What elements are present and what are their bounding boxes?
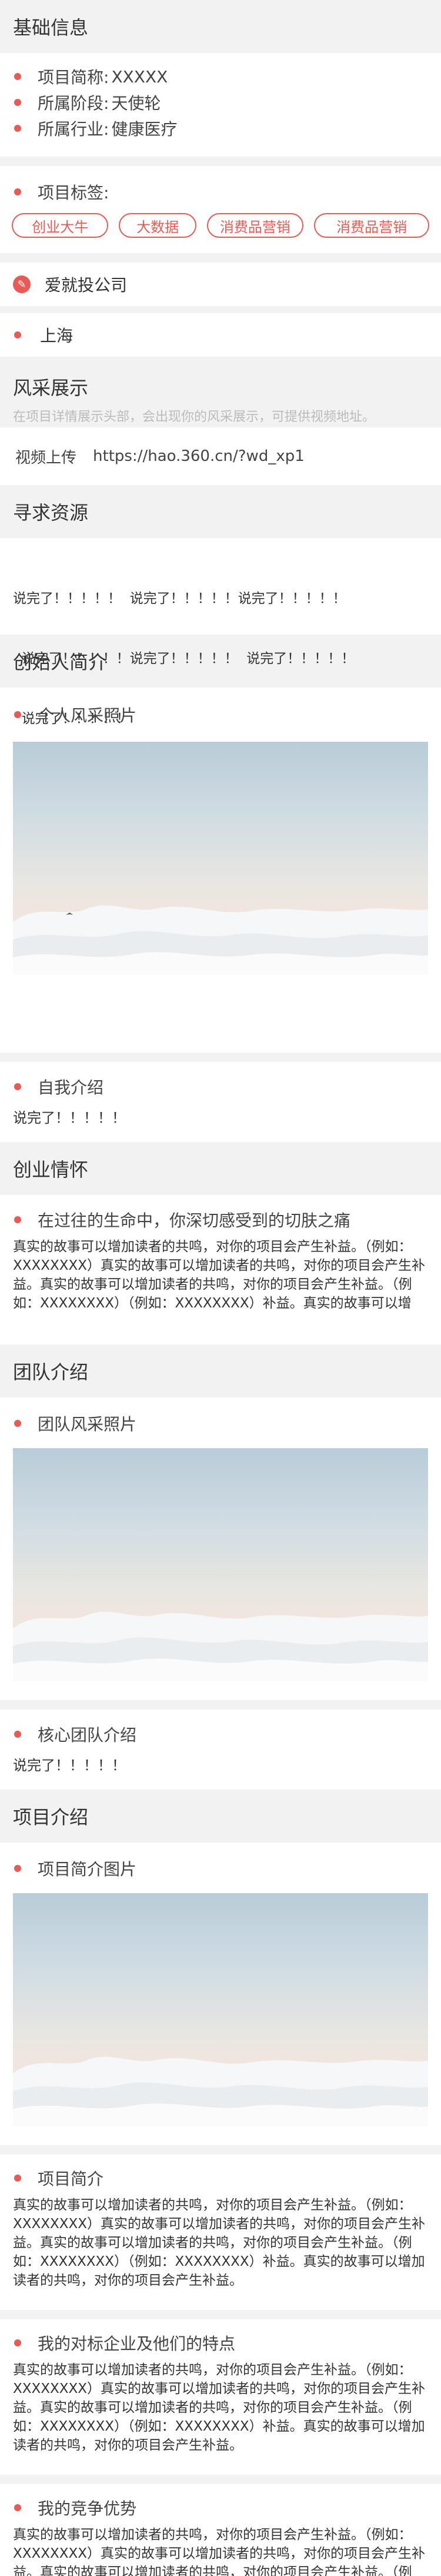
red-dot-icon <box>14 188 21 195</box>
founder-photo-panel: 个人风采照片 <box>0 688 441 1053</box>
advantage-panel: 我的竞争优势 真实的故事可以增加读者的共鸣，对你的项目会产生补益。（例如：XXX… <box>0 2484 441 2576</box>
cloud-illustration <box>13 905 428 975</box>
core-team-label: 核心团队介绍 <box>38 1725 137 1745</box>
team-photo-panel: 团队风采照片 <box>0 1397 441 1700</box>
self-intro-panel: 自我介绍 说完了！！！！！ <box>0 1062 441 1142</box>
industry-label: 所属行业: <box>38 119 109 139</box>
core-team-label-row: 核心团队介绍 <box>0 1722 441 1746</box>
self-intro-label-row: 自我介绍 <box>0 1075 441 1098</box>
short-name-value: XXXXX <box>111 67 168 87</box>
self-intro-text: 说完了！！！！！ <box>13 1110 126 1126</box>
tag-list: 创业大牛 大数据 消费品营销 消费品营销 <box>0 213 441 238</box>
story-panel: 在过往的生命中，你深切感受到的切肤之痛 真实的故事可以增加读者的共鸣，对你的项目… <box>0 1195 441 1345</box>
project-photo-label-row: 项目简介图片 <box>0 1857 441 1880</box>
red-dot-icon <box>14 1216 21 1223</box>
basic-info-panel: 项目简称: XXXXX 所属阶段: 天使轮 所属行业: 健康医疗 <box>0 53 441 157</box>
showcase-hint: 在项目详情展示头部，会出现你的风采展示，可提供视频地址。 <box>13 410 376 424</box>
industry-row: 所属行业: 健康医疗 <box>0 115 441 141</box>
city-row: 上海 <box>0 313 441 357</box>
self-intro-label: 自我介绍 <box>38 1078 104 1097</box>
company-name: 爱就投公司 <box>45 275 128 295</box>
tags-panel: 项目标签: 创业大牛 大数据 消费品营销 消费品营销 <box>0 166 441 253</box>
tag-item[interactable]: 消费品营销 <box>314 213 429 238</box>
red-dot-icon <box>14 2339 21 2346</box>
project-photo-panel: 项目简介图片 <box>0 1843 441 2145</box>
core-team-text: 说完了！！！！！ <box>13 1757 126 1774</box>
project-detail-page: 基础信息 项目简称: XXXXX 所属阶段: 天使轮 所属行业: 健康医疗 项目… <box>0 0 441 2576</box>
benchmark-label-row: 我的对标企业及他们的特点 <box>0 2331 441 2355</box>
advantage-label-row: 我的竞争优势 <box>0 2496 441 2519</box>
team-photo-label-row: 团队风采照片 <box>0 1412 441 1435</box>
showcase-header: 风采展示 在项目详情展示头部，会出现你的风采展示，可提供视频地址。 <box>0 361 441 427</box>
tag-item[interactable]: 消费品营销 <box>206 213 304 238</box>
city-name: 上海 <box>40 326 74 346</box>
benchmark-text: 真实的故事可以增加读者的共鸣，对你的项目会产生补益。（例如：XXXXXXXX）真… <box>13 2362 426 2453</box>
resources-line: 说完了！！！！！ 说完了！！！！！说完了！！！！！ <box>13 591 346 606</box>
stage-label: 所属阶段: <box>38 94 109 113</box>
stage-row: 所属阶段: 天使轮 <box>0 89 441 115</box>
location-dot-icon <box>14 331 21 338</box>
cloud-illustration <box>13 1611 428 1681</box>
tag-item[interactable]: 大数据 <box>119 213 196 238</box>
section-title-basic: 基础信息 <box>0 0 441 53</box>
advantage-text: 真实的故事可以增加读者的共鸣，对你的项目会产生补益。（例如：XXXXXXXX）真… <box>13 2527 426 2576</box>
project-summary-text: 真实的故事可以增加读者的共鸣，对你的项目会产生补益。（例如：XXXXXXXX）真… <box>13 2197 426 2288</box>
team-photo[interactable] <box>13 1448 428 1681</box>
section-title-story: 创业情怀 <box>0 1142 441 1195</box>
section-title-resources: 寻求资源 <box>0 485 441 538</box>
red-dot-icon <box>14 2504 21 2511</box>
story-text: 真实的故事可以增加读者的共鸣，对你的项目会产生补益。（例如：XXXXXXXX）真… <box>13 1239 426 1311</box>
tags-label: 项目标签: <box>38 183 109 203</box>
story-question: 在过往的生命中，你深切感受到的切肤之痛 <box>38 1211 351 1230</box>
industry-value: 健康医疗 <box>111 119 178 139</box>
project-summary-label: 项目简介 <box>38 2169 104 2189</box>
founder-photo-label: 个人风采照片 <box>38 706 137 725</box>
tags-label-row: 项目标签: <box>0 179 441 205</box>
story-question-row: 在过往的生命中，你深切感受到的切肤之痛 <box>0 1208 441 1231</box>
benchmark-label: 我的对标企业及他们的特点 <box>38 2334 236 2353</box>
short-name-row: 项目简称: XXXXX <box>0 64 441 89</box>
cloud-illustration <box>13 2056 428 2126</box>
pencil-icon: ✎ <box>13 275 31 293</box>
video-row: 视频上传 https://hao.360.cn/?wd_xp1 <box>0 427 441 485</box>
project-summary-label-row: 项目简介 <box>0 2166 441 2190</box>
section-title-showcase: 风采展示 <box>13 377 89 399</box>
red-dot-icon <box>14 125 21 132</box>
resources-content: 说完了！！！！！ 说完了！！！！！说完了！！！！！ 说完了！！！！！说完了！！！… <box>0 538 441 726</box>
tag-item[interactable]: 创业大牛 <box>12 213 109 238</box>
advantage-label: 我的竞争优势 <box>38 2499 137 2518</box>
project-photo[interactable] <box>13 1893 428 2126</box>
red-dot-icon <box>14 1420 21 1427</box>
project-summary-panel: 项目简介 真实的故事可以增加读者的共鸣，对你的项目会产生补益。（例如：XXXXX… <box>0 2155 441 2310</box>
video-url-link[interactable]: https://hao.360.cn/?wd_xp1 <box>93 447 305 465</box>
section-title-team: 团队介绍 <box>0 1345 441 1397</box>
short-name-label: 项目简称: <box>38 68 109 87</box>
section-title-project: 项目介绍 <box>0 1790 441 1843</box>
video-label: 视频上传 <box>15 449 77 467</box>
stage-value: 天使轮 <box>111 94 161 113</box>
red-dot-icon <box>14 1865 21 1872</box>
red-dot-icon <box>14 2175 21 2182</box>
red-dot-icon <box>14 1083 21 1090</box>
red-dot-icon <box>14 73 21 80</box>
benchmark-panel: 我的对标企业及他们的特点 真实的故事可以增加读者的共鸣，对你的项目会产生补益。（… <box>0 2319 441 2475</box>
company-row: ✎ 爱就投公司 <box>0 263 441 306</box>
founder-photo-label-row: 个人风采照片 <box>0 703 441 726</box>
founder-photo[interactable] <box>13 742 428 975</box>
red-dot-icon <box>14 711 21 718</box>
core-team-panel: 核心团队介绍 说完了！！！！！ <box>0 1709 441 1790</box>
red-dot-icon <box>14 99 21 106</box>
red-dot-icon <box>14 1731 21 1738</box>
team-photo-label: 团队风采照片 <box>38 1415 137 1434</box>
project-photo-label: 项目简介图片 <box>38 1860 137 1879</box>
